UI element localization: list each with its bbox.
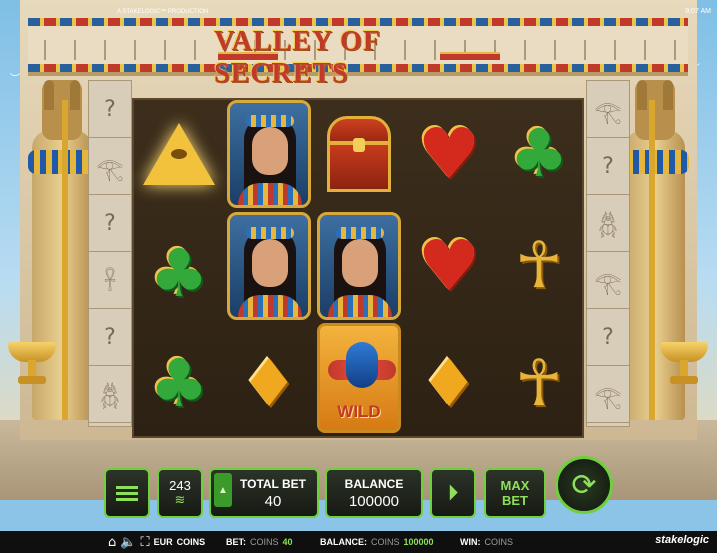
clock: 9:07 AM (685, 8, 711, 15)
sound-icon[interactable]: 🔈 (120, 535, 136, 550)
spin-icon: ⟳ (571, 467, 597, 503)
bird-icon: ︶ (10, 74, 20, 85)
symbol-club: ♣ (134, 330, 224, 438)
autoplay-icon: ⏵ (447, 480, 459, 506)
symbol-pyramid (134, 100, 224, 208)
symbol-ankh: ☥ (494, 212, 584, 320)
spin-button[interactable]: ⟳ (555, 456, 613, 514)
symbol-heart: ♥ (404, 212, 494, 320)
status-win-label: WIN: (460, 537, 481, 547)
club-icon: ♣ (509, 115, 569, 192)
cleopatra-icon (317, 212, 401, 320)
status-balance-value: 100000 (403, 537, 434, 547)
hieroglyph-pillar-right: 𓂀? 𓆣 𓂀? 𓂀 (586, 80, 630, 427)
symbol-cleopatra (224, 212, 314, 320)
total-bet-label: TOTAL BET (240, 476, 306, 491)
symbol-cleopatra (224, 100, 314, 208)
symbol-heart: ♥ (404, 100, 494, 208)
ankh-icon: ☥ (515, 347, 563, 421)
cleopatra-icon (227, 212, 311, 320)
status-win-unit: COINS (484, 537, 514, 547)
fullscreen-icon[interactable]: ⛶ (140, 535, 149, 550)
ankh-icon: ☥ (515, 229, 563, 303)
autoplay-button[interactable]: ⏵ (430, 468, 476, 518)
symbol-diamond: ♦ (224, 330, 314, 438)
status-bet-unit: COINS (250, 537, 279, 547)
max-bet-button[interactable]: MAX BET (484, 468, 546, 518)
ways-count: 243 (169, 478, 191, 493)
max-bet-label-line1: MAX (500, 478, 530, 493)
symbol-club: ♣ (134, 220, 224, 328)
symbol-ankh: ☥ (494, 330, 584, 438)
club-icon: ♣ (149, 345, 209, 422)
treasure-chest-icon (327, 116, 391, 192)
ways-indicator[interactable]: 243 ≋ (157, 468, 203, 518)
status-bar: ⌂ 🔈 ⛶ EUR COINS BET: COINS 40 BALANCE: C… (0, 531, 717, 553)
reel-area: ♣ ♣ ♦ WILD ♥ ♥ ♦ ♣ ☥ ☥ (132, 98, 584, 438)
club-icon: ♣ (149, 235, 209, 312)
diamond-icon: ♦ (419, 345, 479, 422)
balance-value: 100000 (348, 492, 400, 510)
status-bet-label: BET: (226, 537, 246, 547)
game-logo: VALLEY OF SECRETS (214, 26, 504, 89)
symbol-cleopatra (314, 212, 404, 320)
symbol-chest (314, 100, 404, 208)
balance-label: BALANCE (344, 476, 404, 491)
production-credit: A STAKELOGIC™ PRODUCTION (117, 9, 209, 15)
max-bet-label-line2: BET (502, 493, 528, 508)
hieroglyph-pillar-left: ? 𓂀? 𓋹? 𓆣 (88, 80, 132, 427)
ways-icon: ≋ (174, 493, 186, 508)
total-bet-value: 40 (264, 492, 282, 510)
status-bet-value: 40 (282, 537, 293, 547)
status-balance-label: BALANCE: (320, 537, 367, 547)
home-icon[interactable]: ⌂ (108, 535, 116, 550)
stakelogic-brand-logo: stakelogic (655, 534, 709, 546)
hamburger-icon (116, 491, 138, 495)
heart-icon: ♥ (417, 225, 481, 307)
heart-icon: ♥ (417, 113, 481, 195)
bet-adjust-icon[interactable]: ▲ (214, 473, 232, 507)
wild-label: WILD (337, 402, 381, 421)
coins-label: COINS (176, 537, 206, 547)
golden-chalice-right (660, 342, 708, 384)
symbol-club: ♣ (494, 100, 584, 208)
cleopatra-icon (227, 100, 311, 208)
status-balance-unit: COINS (371, 537, 400, 547)
scarab-wild-icon: WILD (317, 323, 401, 433)
symbol-wild: WILD (314, 323, 404, 433)
symbol-diamond: ♦ (404, 330, 494, 438)
diamond-icon: ♦ (239, 345, 299, 422)
menu-button[interactable] (104, 468, 150, 518)
game-title: VALLEY OF SECRETS (214, 26, 380, 89)
currency-label: EUR (153, 537, 173, 547)
golden-chalice-left (8, 342, 56, 384)
balance-panel: BALANCE 100000 (325, 468, 423, 518)
pyramid-icon (143, 123, 215, 185)
